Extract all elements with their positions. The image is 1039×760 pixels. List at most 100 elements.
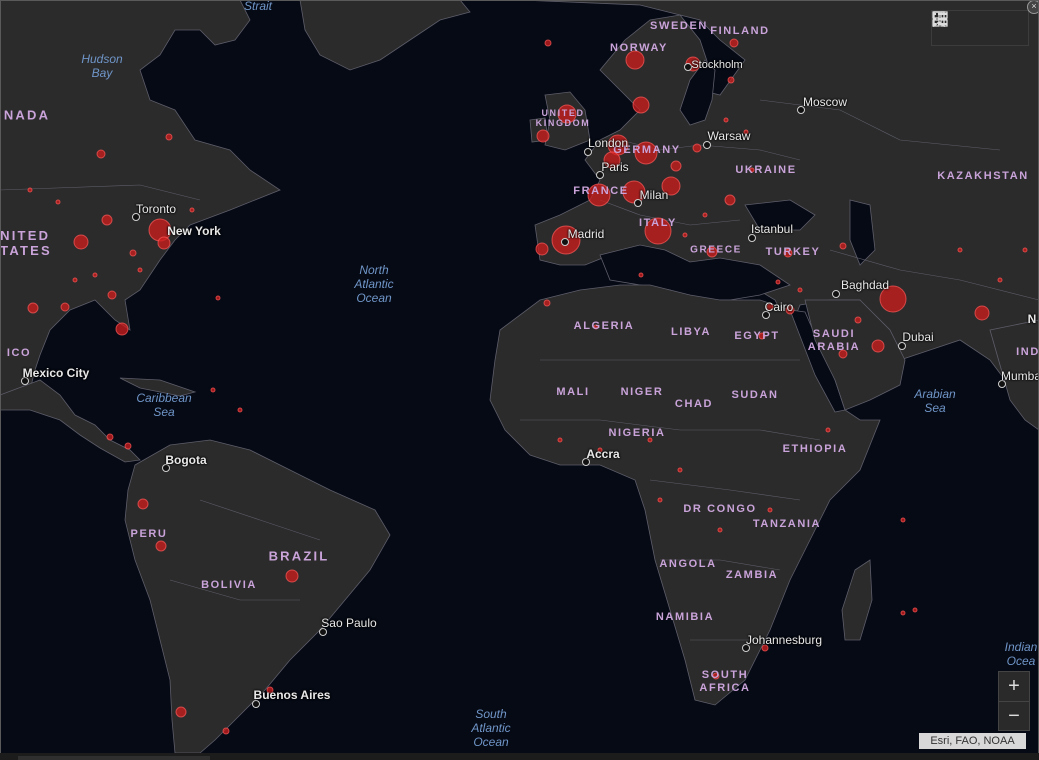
- bubble: [129, 249, 137, 257]
- bubble: [647, 437, 653, 443]
- bubble: [900, 517, 906, 523]
- bubble: [557, 104, 577, 124]
- bubble: [767, 507, 773, 513]
- bubble: [785, 305, 795, 315]
- bubble: [92, 272, 98, 278]
- map-view[interactable]: Strait Hudson Bay North Atlantic Ocean C…: [0, 0, 1039, 760]
- bubble: [900, 610, 906, 616]
- bubble: [974, 305, 990, 321]
- bubble: [266, 686, 274, 694]
- land-central-america: [0, 379, 141, 463]
- map-toolbar: [931, 10, 1029, 46]
- bubble: [101, 214, 113, 226]
- bubble: [115, 322, 129, 336]
- bubble: [27, 302, 39, 314]
- bubble: [107, 290, 117, 300]
- bubble: [766, 303, 774, 311]
- bottom-bar: [0, 753, 1039, 760]
- bubble: [839, 242, 847, 250]
- legend-list-button[interactable]: [933, 11, 996, 45]
- bubble: [957, 247, 963, 253]
- bubble: [724, 194, 736, 206]
- city-dot: [596, 171, 604, 179]
- city-dot: [748, 234, 756, 242]
- zoom-control: + −: [998, 671, 1030, 731]
- bubble: [729, 38, 739, 48]
- bubble: [536, 129, 550, 143]
- bubble: [137, 267, 143, 273]
- land-india: [989, 319, 1039, 431]
- bubble: [723, 117, 729, 123]
- bubble: [543, 299, 551, 307]
- bubble: [879, 285, 907, 313]
- bubble: [1022, 247, 1028, 253]
- land-madagascar: [841, 559, 873, 641]
- bubble: [661, 176, 681, 196]
- city-dot: [684, 63, 692, 71]
- bubble: [717, 527, 723, 533]
- bubble: [854, 316, 862, 324]
- city-dot: [582, 458, 590, 466]
- city-dot: [762, 311, 770, 319]
- bubble: [743, 129, 749, 135]
- bubble: [165, 133, 173, 141]
- bubble: [632, 96, 650, 114]
- city-dot: [797, 106, 805, 114]
- land-cuba: [119, 377, 197, 397]
- bubble: [237, 407, 243, 413]
- city-dot: [584, 148, 592, 156]
- bubble: [215, 295, 221, 301]
- city-dot: [998, 380, 1006, 388]
- city-dot: [319, 628, 327, 636]
- city-dot: [742, 644, 750, 652]
- bubble: [157, 236, 171, 250]
- bubble: [285, 569, 299, 583]
- bubble: [210, 387, 216, 393]
- bubble: [55, 199, 61, 205]
- bubble: [124, 442, 132, 450]
- city-dot: [561, 238, 569, 246]
- bubble: [638, 272, 644, 278]
- bubble: [825, 427, 831, 433]
- bubble: [657, 497, 663, 503]
- city-dot: [21, 377, 29, 385]
- bubble: [682, 232, 688, 238]
- bubble: [137, 498, 149, 510]
- bubble: [634, 141, 658, 165]
- bubble: [670, 160, 682, 172]
- bubble: [749, 167, 755, 173]
- bubble: [677, 467, 683, 473]
- bubble: [727, 76, 735, 84]
- bubble: [912, 607, 918, 613]
- bubble: [997, 277, 1003, 283]
- bubble: [603, 151, 621, 169]
- bubble: [597, 447, 603, 453]
- land-greenland: [299, 0, 471, 71]
- bubble: [155, 540, 167, 552]
- bubble: [587, 183, 611, 207]
- bubble: [72, 277, 78, 283]
- basemap-gallery-button[interactable]: [932, 11, 1028, 45]
- close-button[interactable]: ×: [1027, 0, 1039, 14]
- bubble: [797, 287, 803, 293]
- city-dot: [162, 464, 170, 472]
- map-attribution[interactable]: Esri, FAO, NOAA: [919, 733, 1026, 749]
- bubble: [783, 248, 793, 258]
- zoom-in-button[interactable]: +: [999, 672, 1029, 701]
- bubble: [761, 644, 769, 652]
- zoom-out-button[interactable]: −: [999, 701, 1029, 731]
- bubble: [189, 207, 195, 213]
- grid-icon: [932, 11, 948, 27]
- bubble: [838, 349, 848, 359]
- bubble: [625, 50, 645, 70]
- basemap: [0, 0, 1039, 753]
- bubble: [692, 143, 702, 153]
- bubble: [222, 727, 230, 735]
- bubble: [706, 246, 718, 258]
- land-north-america: [0, 0, 281, 396]
- bubble: [544, 39, 552, 47]
- bubble: [557, 437, 563, 443]
- bubble: [702, 212, 708, 218]
- city-dot: [832, 290, 840, 298]
- bubble: [871, 339, 885, 353]
